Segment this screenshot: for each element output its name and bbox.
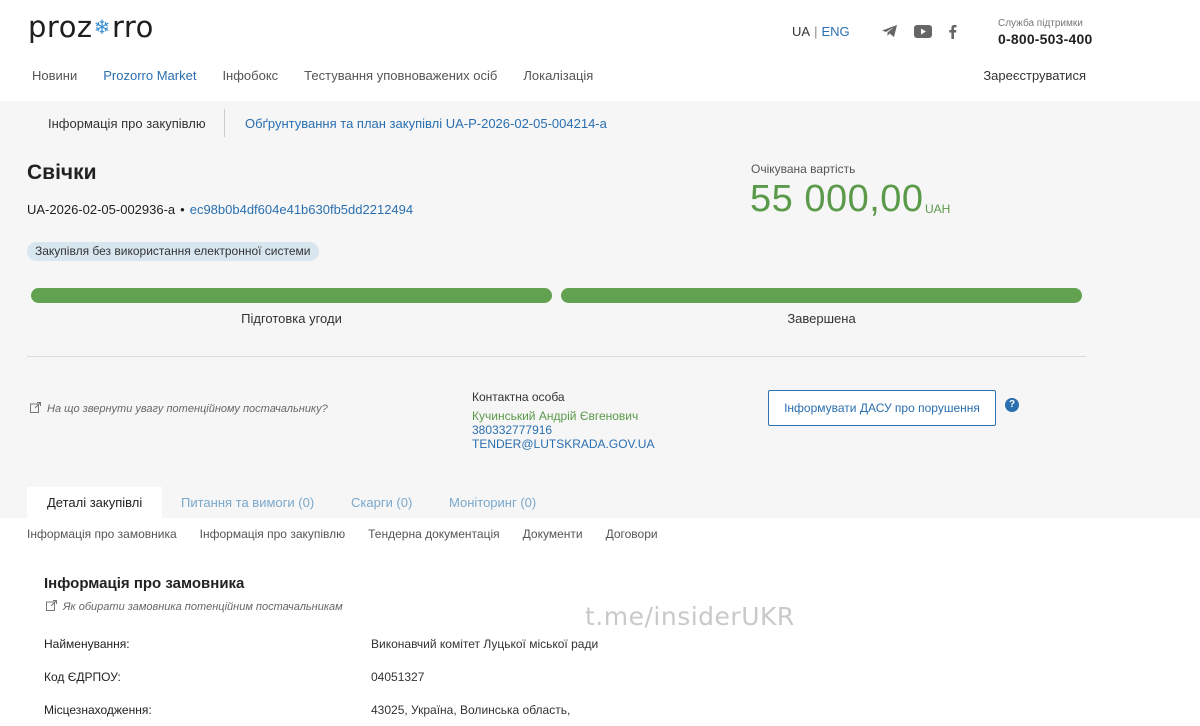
external-link-icon — [46, 600, 57, 614]
edrpou-label: Код ЄДРПОУ: — [44, 670, 121, 684]
subnav-contracts[interactable]: Договори — [606, 527, 658, 541]
stage-progress-bar-2 — [561, 288, 1082, 303]
howto-choose-link[interactable]: Як обирати замовника потенційним постача… — [46, 600, 343, 614]
page-title: Свічки — [27, 161, 97, 184]
subnav-customer-info[interactable]: Інформація про замовника — [27, 527, 177, 541]
facebook-icon[interactable] — [943, 23, 961, 39]
breadcrumb-divider — [224, 109, 225, 137]
support-phone[interactable]: 0-800-503-400 — [998, 31, 1092, 47]
customer-section-title: Інформація про замовника — [44, 575, 245, 592]
contact-person-block: Контактна особа Кучинський Андрій Євгено… — [472, 390, 654, 451]
stage-progress-bar-1 — [31, 288, 552, 303]
procurement-type-badge: Закупівля без використання електронної с… — [27, 242, 319, 261]
stage-label-contract-prep: Підготовка угоди — [241, 311, 342, 326]
support-label: Служба підтримки — [998, 18, 1083, 29]
contact-phone[interactable]: 380332777916 — [472, 423, 654, 437]
tab-monitoring[interactable]: Моніторинг (0) — [429, 487, 556, 518]
location-value: 43025, Україна, Волинська область, — [371, 703, 571, 717]
divider — [27, 356, 1086, 357]
subnav-tender-docs[interactable]: Тендерна документація — [368, 527, 500, 541]
subnav-procurement-info[interactable]: Інформація про закупівлю — [200, 527, 345, 541]
tender-hash-link[interactable]: ec98b0b4df604e41b630fb5dd2212494 — [190, 202, 413, 217]
attention-link[interactable]: На що звернути увагу потенційному постач… — [30, 402, 328, 416]
report-dasu-button[interactable]: Інформувати ДАСУ про порушення — [768, 390, 996, 426]
stage-label-completed: Завершена — [787, 311, 856, 326]
site-header: proz❄rro UA | ENG Служба підтримки 0-800-5… — [0, 0, 1200, 101]
breadcrumb-info[interactable]: Інформація про закупівлю — [48, 116, 206, 131]
register-link[interactable]: Зареєструватися — [983, 68, 1086, 83]
tender-identifier: UA-2026-02-05-002936-a • ec98b0b4df604e41b… — [27, 202, 413, 217]
tab-procurement-details[interactable]: Деталі закупівлі — [27, 487, 163, 518]
details-subnav: Інформація про замовника Інформація про … — [27, 527, 681, 541]
edrpou-value: 04051327 — [371, 670, 425, 684]
support-block: Служба підтримки 0-800-503-400 — [998, 18, 1092, 47]
breadcrumb-plan-link[interactable]: Обґрунтування та план закупівлі UA-P-202… — [245, 116, 607, 131]
contact-email[interactable]: TENDER@LUTSKRADA.GOV.UA — [472, 437, 654, 451]
tab-questions[interactable]: Питання та вимоги (0) — [161, 487, 334, 518]
nav-item-infobox[interactable]: Інфобокс — [222, 68, 278, 83]
subnav-documents[interactable]: Документи — [523, 527, 583, 541]
tender-summary-area — [0, 101, 1200, 518]
watermark-text: t.me/insiderUKR — [585, 602, 795, 631]
expected-value-label: Очікувана вартість — [751, 162, 856, 176]
telegram-icon[interactable] — [880, 23, 898, 39]
attention-text: На що звернути увагу потенційному постач… — [47, 403, 328, 415]
expected-value-currency: UAH — [925, 202, 951, 216]
contact-label: Контактна особа — [472, 390, 565, 404]
prozorro-logo[interactable]: proz❄rro — [28, 10, 154, 44]
main-nav: Новини Prozorro Market Інфобокс Тестуван… — [32, 68, 619, 83]
nav-item-testing[interactable]: Тестування уповноважених осіб — [304, 68, 497, 83]
tab-complaints[interactable]: Скарги (0) — [331, 487, 432, 518]
customer-name-value: Виконавчий комітет Луцької міської ради — [371, 637, 599, 651]
lang-eng-link[interactable]: ENG — [821, 24, 849, 39]
snowflake-icon: ❄ — [93, 15, 111, 39]
howto-text: Як обирати замовника потенційним постача… — [63, 601, 343, 613]
nav-item-localization[interactable]: Локалізація — [523, 68, 593, 83]
tender-id: UA-2026-02-05-002936-a — [27, 202, 176, 217]
language-switcher: UA | ENG — [792, 24, 850, 39]
help-icon[interactable]: ? — [1005, 398, 1019, 412]
customer-name-label: Найменування: — [44, 637, 130, 651]
nav-item-prozorro-market[interactable]: Prozorro Market — [103, 68, 196, 83]
id-separator: • — [180, 202, 185, 217]
logo-text-left: proz — [28, 10, 93, 44]
logo-text-right: rro — [111, 10, 154, 44]
lang-ua-link[interactable]: UA — [792, 24, 810, 39]
location-label: Місцезнаходження: — [44, 703, 152, 717]
expected-value-amount: 55 000,00 — [750, 178, 924, 220]
lang-separator: | — [814, 24, 818, 39]
youtube-icon[interactable] — [914, 23, 932, 39]
external-link-icon — [30, 402, 41, 416]
nav-item-news[interactable]: Новини — [32, 68, 77, 83]
contact-name: Кучинський Андрій Євгенович — [472, 409, 639, 423]
